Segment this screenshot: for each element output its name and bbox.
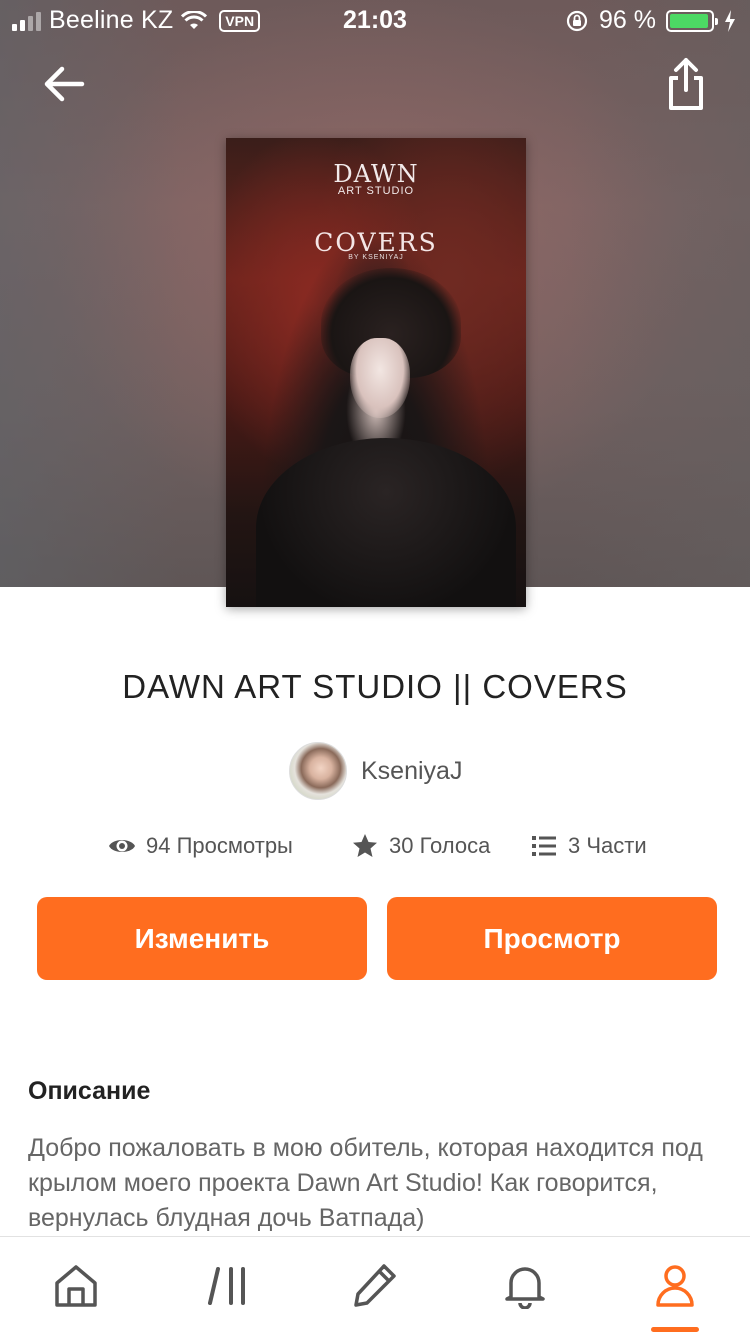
share-icon (669, 58, 703, 110)
description-heading: Описание (28, 1077, 151, 1105)
description-text: Добро пожаловать в мою обитель, которая … (28, 1134, 703, 1232)
status-bar: Beeline KZ VPN 21:03 96 % (0, 0, 750, 40)
cover-art-jacket (256, 438, 516, 607)
share-button[interactable] (662, 56, 710, 112)
tab-library[interactable] (205, 1261, 253, 1309)
active-tab-indicator (651, 1327, 699, 1332)
library-icon (208, 1267, 245, 1305)
avatar[interactable] (289, 742, 347, 800)
home-icon (55, 1265, 97, 1307)
cover-title-line2: ART STUDIO (337, 185, 415, 197)
list-icon (532, 836, 556, 856)
author-row[interactable]: KseniyaJ (289, 742, 462, 800)
stat-parts: 3 Части (530, 832, 647, 860)
stat-votes: 30 Голоса (351, 832, 490, 860)
book-cover[interactable]: DAWN ART STUDIO COVERS BY KSENIYAJ (226, 138, 526, 607)
cover-title-line1: DAWN (333, 160, 419, 188)
cover-title-line3: COVERS (314, 228, 438, 257)
notifications-icon (505, 1267, 545, 1310)
tab-notifications[interactable] (501, 1261, 549, 1310)
arrow-left-icon (44, 66, 85, 102)
star-icon (353, 834, 377, 857)
preview-button[interactable]: Просмотр (387, 897, 717, 980)
edit-button[interactable]: Изменить (37, 897, 367, 980)
book-title: DAWN ART STUDIO || COVERS (122, 668, 628, 705)
bottom-tab-bar (0, 1236, 750, 1334)
status-right: 96 % (565, 6, 736, 35)
votes-count: 30 Голоса (389, 833, 491, 858)
battery-icon (666, 9, 718, 32)
write-icon (354, 1264, 396, 1307)
book-stats: 94 Просмотры 30 Голоса 3 Части (108, 832, 668, 866)
profile-icon (656, 1265, 694, 1307)
cover-art-face (350, 338, 410, 418)
cover-title-line4: BY KSENIYAJ (348, 254, 404, 261)
rotation-lock-icon (566, 10, 588, 31)
views-count: 94 Просмотры (146, 833, 293, 858)
charging-icon (725, 9, 735, 32)
stat-views: 94 Просмотры (108, 832, 293, 860)
battery-percent: 96 % (599, 6, 656, 34)
back-button[interactable] (40, 60, 88, 108)
eye-icon (109, 840, 135, 852)
tab-profile[interactable] (651, 1261, 699, 1309)
tab-home[interactable] (52, 1261, 100, 1309)
tab-write[interactable] (351, 1261, 399, 1309)
parts-count: 3 Части (568, 833, 647, 858)
author-name[interactable]: KseniyaJ (361, 757, 462, 786)
